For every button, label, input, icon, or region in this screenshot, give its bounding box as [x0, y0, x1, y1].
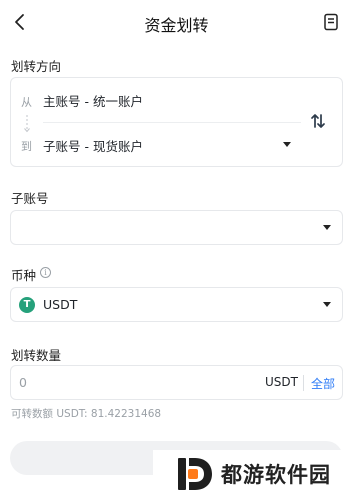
to-account-select[interactable]: 子账号 - 现货账户	[43, 136, 143, 155]
transfer-direction-card: 从 到 主账号 - 统一账户 子账号 - 现货账户	[10, 77, 343, 167]
usdt-coin-icon: T	[19, 297, 35, 313]
chevron-down-icon[interactable]	[283, 142, 291, 147]
divider	[43, 122, 301, 123]
to-tag: 到	[21, 140, 32, 153]
watermark: 都游软件园	[153, 450, 353, 500]
max-amount-button[interactable]: 全部	[311, 375, 335, 392]
direction-label: 划转方向	[11, 59, 62, 74]
watermark-logo-icon	[178, 458, 212, 490]
header-bar: 资金划转	[0, 0, 353, 46]
divider	[303, 375, 304, 391]
currency-value: USDT	[43, 297, 78, 312]
chevron-down-icon[interactable]	[323, 225, 331, 230]
currency-label: 币种	[11, 268, 37, 283]
amount-label: 划转数量	[11, 348, 62, 363]
amount-unit: USDT	[265, 375, 298, 389]
amount-field: USDT 全部	[10, 365, 343, 400]
currency-select[interactable]: T USDT	[10, 287, 343, 322]
swap-icon[interactable]	[309, 112, 327, 130]
info-icon[interactable]: i	[40, 267, 51, 278]
sub-account-select[interactable]	[10, 210, 343, 245]
transfer-record-icon[interactable]	[321, 12, 341, 32]
down-arrow-icon	[24, 115, 30, 133]
chevron-down-icon[interactable]	[323, 302, 331, 307]
from-tag: 从	[21, 96, 32, 109]
amount-input[interactable]	[19, 366, 249, 399]
watermark-text: 都游软件园	[221, 463, 331, 487]
from-account-value: 主账号 - 统一账户	[43, 94, 143, 109]
available-balance: 可转数额 USDT: 81.42231468	[11, 408, 162, 420]
sub-account-label: 子账号	[11, 191, 49, 206]
page-title: 资金划转	[144, 16, 209, 35]
